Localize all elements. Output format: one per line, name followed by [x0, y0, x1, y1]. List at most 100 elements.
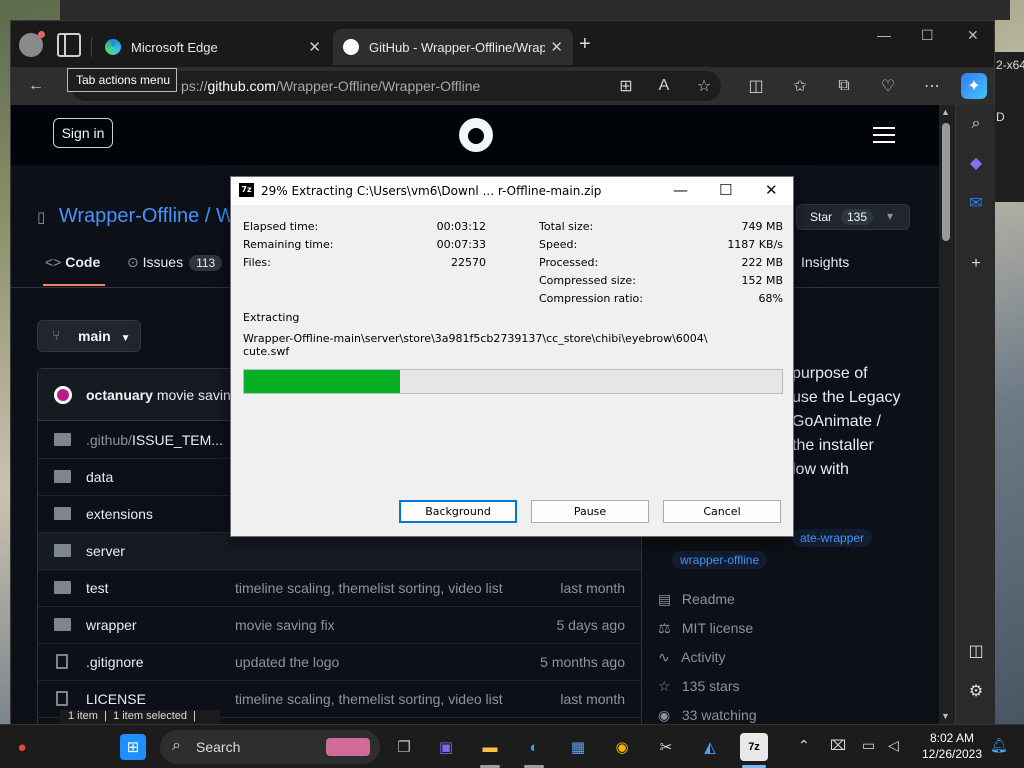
- repo-owner-link[interactable]: Wrapper-Offline: [59, 205, 199, 227]
- profile-avatar[interactable]: [19, 31, 45, 57]
- close-tab-icon[interactable]: ✕: [308, 38, 321, 56]
- maximize-button[interactable]: ☐: [921, 27, 934, 44]
- notification-bell-icon[interactable]: 🔔︎: [990, 737, 1008, 754]
- read-aloud-icon[interactable]: A: [653, 75, 675, 97]
- topic-tag[interactable]: wrapper-offline: [672, 551, 768, 569]
- taskbar-search[interactable]: ⌕ Search: [160, 730, 380, 764]
- network-icon[interactable]: ⌧: [830, 737, 846, 754]
- chrome-icon[interactable]: ◉: [608, 733, 636, 761]
- processed-label: Processed:: [539, 256, 599, 269]
- back-arrow-icon[interactable]: ←: [25, 75, 47, 97]
- file-name[interactable]: .github/ISSUE_TEM...: [86, 432, 223, 448]
- file-name[interactable]: test: [86, 580, 109, 596]
- file-name[interactable]: wrapper: [86, 617, 137, 633]
- 7zip-taskbar-icon[interactable]: 7z: [740, 733, 768, 761]
- cancel-button[interactable]: Cancel: [663, 500, 781, 523]
- tab-microsoft-edge[interactable]: Microsoft Edge ✕: [95, 29, 331, 65]
- commit-message[interactable]: movie saving fix: [235, 617, 335, 633]
- commit-author[interactable]: octanuary: [86, 387, 153, 403]
- github-logo-icon[interactable]: [459, 118, 493, 152]
- task-view-icon[interactable]: ❐: [390, 733, 418, 761]
- clock[interactable]: 8:02 AM 12/26/2023: [912, 730, 992, 762]
- repo-separator: /: [204, 205, 211, 227]
- performance-icon[interactable]: ♡: [877, 75, 899, 97]
- file-name[interactable]: server: [86, 543, 125, 559]
- topic-tag[interactable]: ate-wrapper: [792, 529, 873, 547]
- split-screen-icon[interactable]: ◫: [745, 75, 767, 97]
- file-name[interactable]: extensions: [86, 506, 153, 522]
- photos-icon[interactable]: ◭: [696, 733, 724, 761]
- total-size-label: Total size:: [539, 220, 594, 233]
- page-scrollbar[interactable]: ▲ ▼: [939, 105, 953, 725]
- commit-avatar[interactable]: [54, 386, 72, 404]
- collections-icon[interactable]: ⧉: [833, 75, 855, 97]
- more-options-icon[interactable]: ⋯: [921, 75, 943, 97]
- branch-selector[interactable]: main ▼: [37, 320, 141, 352]
- tab-actions-icon[interactable]: [57, 33, 81, 57]
- license-link[interactable]: ⚖ MIT license: [658, 620, 753, 637]
- sign-in-button[interactable]: Sign in: [53, 118, 113, 148]
- new-tab-button[interactable]: +: [579, 33, 599, 57]
- app-available-icon[interactable]: ⊞: [615, 75, 637, 97]
- readme-link[interactable]: ▤ Readme: [658, 591, 735, 608]
- commit-message[interactable]: timeline scaling, themelist sorting, vid…: [235, 580, 503, 596]
- scroll-up-icon[interactable]: ▲: [941, 107, 950, 117]
- commit-message[interactable]: movie saving: [157, 387, 239, 403]
- volume-icon[interactable]: ◁: [888, 737, 899, 754]
- speed-label: Speed:: [539, 238, 578, 251]
- file-name[interactable]: data: [86, 469, 113, 485]
- branch-name: main: [78, 328, 111, 344]
- maximize-button[interactable]: ☐: [719, 181, 732, 199]
- explorer-statusbar: 1 item | 1 item selected |: [60, 710, 220, 724]
- add-icon[interactable]: +: [966, 255, 986, 273]
- close-button[interactable]: ✕: [765, 181, 778, 199]
- star-button[interactable]: Star 135 ▾: [796, 204, 910, 230]
- copilot-icon[interactable]: ✦: [961, 73, 987, 99]
- tab-code[interactable]: <> Code: [45, 254, 100, 270]
- table-row[interactable]: .gitignore updated the logo 5 months ago: [38, 644, 641, 681]
- file-name[interactable]: .gitignore: [86, 654, 144, 670]
- tab-github[interactable]: GitHub - Wrapper-Offline/Wrapp ✕: [333, 29, 573, 65]
- favorites-icon[interactable]: ✩: [789, 75, 811, 97]
- minimize-button[interactable]: —: [673, 181, 688, 199]
- settings-gear-icon[interactable]: ⚙: [966, 681, 986, 701]
- table-row[interactable]: wrapper movie saving fix 5 days ago: [38, 607, 641, 644]
- processed-value: 222 MB: [741, 256, 783, 269]
- tray-overflow-icon[interactable]: ⌃: [798, 737, 810, 754]
- search-icon[interactable]: ⌕: [966, 115, 986, 133]
- scroll-down-icon[interactable]: ▼: [941, 711, 950, 721]
- store-icon[interactable]: ▦: [564, 733, 592, 761]
- scroll-thumb[interactable]: [942, 123, 950, 241]
- table-row[interactable]: test timeline scaling, themelist sorting…: [38, 570, 641, 607]
- favorite-star-icon[interactable]: ☆: [693, 75, 715, 97]
- hamburger-menu-icon[interactable]: [873, 127, 895, 143]
- traffic-light-icon[interactable]: ●: [8, 733, 36, 761]
- tab-insights[interactable]: Insights: [801, 254, 849, 270]
- tab-issues[interactable]: ⊙ Issues 113: [127, 254, 223, 271]
- background-button[interactable]: Background: [399, 500, 517, 523]
- commit-message[interactable]: timeline scaling, themelist sorting, vid…: [235, 691, 503, 707]
- watching-link[interactable]: ◉ 33 watching: [658, 707, 757, 724]
- file-name[interactable]: LICENSE: [86, 691, 146, 707]
- hide-sidebar-icon[interactable]: ◫: [966, 641, 986, 661]
- close-tab-icon[interactable]: ✕: [550, 38, 563, 56]
- snipping-tool-icon[interactable]: ✂: [652, 733, 680, 761]
- star-dropdown-icon[interactable]: ▾: [887, 209, 893, 223]
- edge-taskbar-icon[interactable]: ◐: [520, 733, 548, 761]
- windows-start-icon[interactable]: ⊞: [120, 734, 146, 760]
- pause-button[interactable]: Pause: [531, 500, 649, 523]
- tab-actions-tooltip: Tab actions menu: [67, 68, 177, 92]
- table-row[interactable]: server: [38, 533, 641, 570]
- eye-icon: ◉: [658, 707, 671, 723]
- action-label: Extracting: [243, 311, 300, 324]
- outlook-icon[interactable]: ✉: [966, 193, 986, 213]
- commit-message[interactable]: updated the logo: [235, 654, 339, 670]
- file-explorer-icon[interactable]: ▬: [476, 733, 504, 761]
- stars-link[interactable]: ☆ 135 stars: [658, 678, 739, 695]
- copilot-sidebar-icon[interactable]: ◆: [966, 153, 986, 173]
- teams-chat-icon[interactable]: ▣: [432, 733, 460, 761]
- minimize-button[interactable]: —: [877, 27, 891, 43]
- display-icon[interactable]: ▭: [862, 737, 875, 754]
- activity-link[interactable]: ∿ Activity: [658, 649, 725, 666]
- close-window-button[interactable]: ✕: [967, 27, 979, 44]
